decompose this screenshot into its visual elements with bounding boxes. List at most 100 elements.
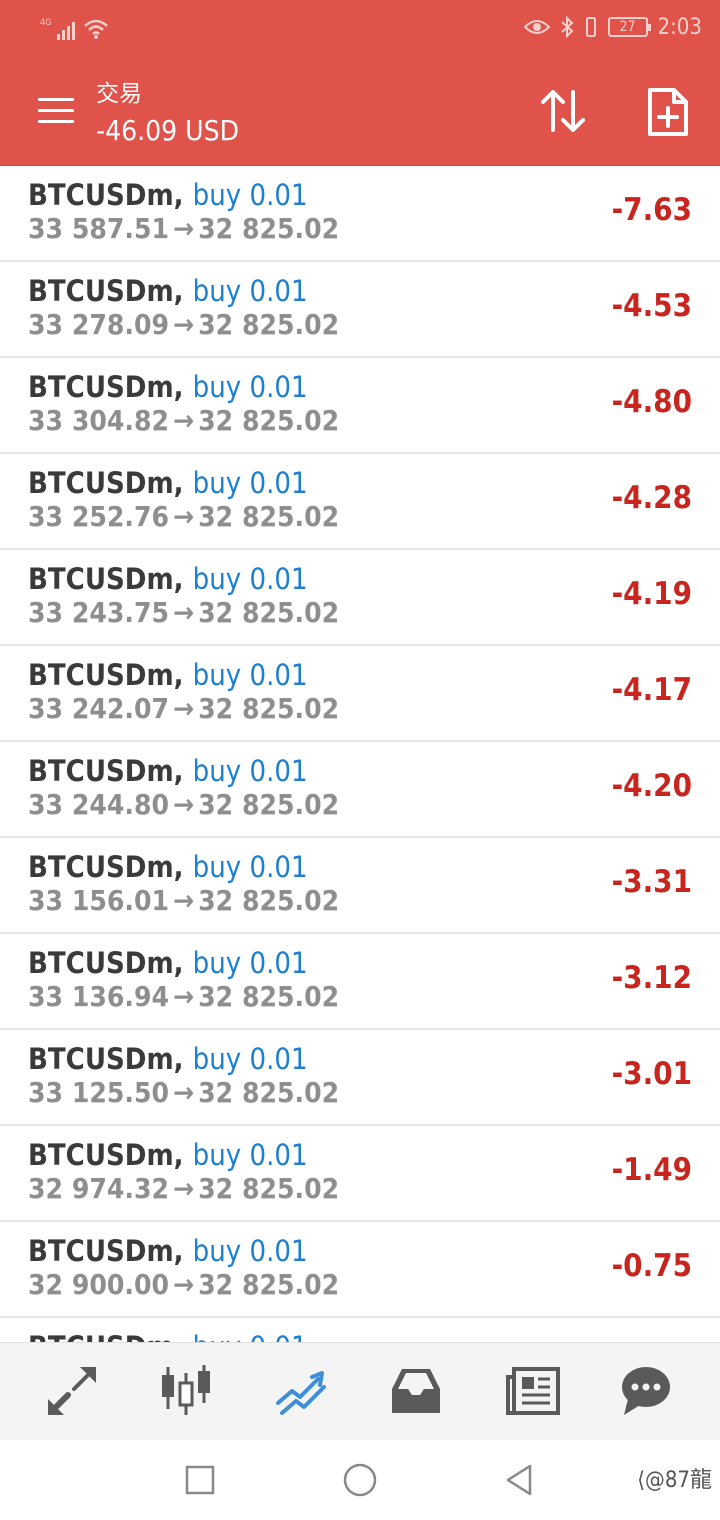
status-bar: 4G 27 2:03 <box>0 0 720 56</box>
position-profit: -1.49 <box>611 1152 692 1188</box>
position-profit: -4.20 <box>611 768 692 804</box>
signal-icon <box>57 22 76 40</box>
network-type: 4G <box>40 18 52 28</box>
current-price: 32 825.02 <box>198 1076 340 1109</box>
position-side: buy 0.01 <box>192 754 308 788</box>
current-price: 32 825.02 <box>198 404 340 437</box>
position-row[interactable]: BTCUSDm, buy 0.01 33 304.82 → 32 825.02 -4.8… <box>0 358 720 454</box>
position-side: buy 0.01 <box>192 1042 308 1076</box>
position-symbol: BTCUSDm, <box>28 946 184 980</box>
eye-comfort-icon <box>523 20 550 34</box>
position-prices: 33 587.51 → 32 825.02 <box>28 212 339 245</box>
app-bar: 交易 -46.09 USD <box>0 56 720 166</box>
arrow-icon: → <box>173 404 195 437</box>
position-prices: 32 974.32 → 32 825.02 <box>28 1172 339 1205</box>
position-row[interactable]: BTCUSDm, buy 0.01 33 156.01 → 32 825.02 -3.3… <box>0 838 720 934</box>
position-profit: -4.17 <box>611 672 692 708</box>
open-price: 33 243.75 <box>28 596 170 629</box>
open-price: 33 278.09 <box>28 308 170 341</box>
current-price: 32 825.02 <box>198 1268 340 1301</box>
recents-icon[interactable] <box>184 1464 216 1496</box>
nav-quotes[interactable] <box>44 1363 104 1419</box>
menu-button[interactable] <box>38 98 74 124</box>
menu-icon-line <box>38 120 74 123</box>
open-price: 33 244.80 <box>28 788 170 821</box>
position-symbol: BTCUSDm, <box>28 1234 184 1268</box>
menu-icon-line <box>38 109 74 112</box>
position-symbol: BTCUSDm, <box>28 1330 184 1342</box>
nav-chart[interactable] <box>158 1363 218 1419</box>
menu-icon <box>38 98 74 101</box>
position-title: BTCUSDm, buy 0.01 <box>28 178 308 212</box>
arrow-icon: → <box>173 596 195 629</box>
position-title: BTCUSDm, buy 0.01 <box>28 466 308 500</box>
position-prices: 33 304.82 → 32 825.02 <box>28 404 339 437</box>
open-price: 33 156.01 <box>28 884 170 917</box>
nav-trade[interactable] <box>272 1363 332 1419</box>
position-row[interactable]: BTCUSDm, buy 0.01 32 974.32 → 32 825.02 -1.4… <box>0 1126 720 1222</box>
position-row[interactable]: BTCUSDm, buy 0.01 33 243.75 → 32 825.02 -4.1… <box>0 550 720 646</box>
position-side: buy 0.01 <box>193 1330 308 1342</box>
position-row[interactable]: BTCUSDm, buy 0.01 33 242.07 → 32 825.02 -4.1… <box>0 646 720 742</box>
arrow-icon: → <box>173 884 195 917</box>
page-title: 交易 <box>96 81 142 107</box>
position-side: buy 0.01 <box>192 946 308 980</box>
nav-history[interactable] <box>388 1363 448 1419</box>
position-title: BTCUSDm, buy 0.01 <box>28 1138 308 1172</box>
arrow-icon: → <box>173 308 195 341</box>
position-profit: -7.63 <box>611 192 692 228</box>
position-title: BTCUSDm, buy 0.01 <box>28 754 308 788</box>
arrow-icon: → <box>173 1268 195 1301</box>
position-prices: 33 243.75 → 32 825.02 <box>28 596 339 629</box>
position-symbol: BTCUSDm, <box>28 658 184 692</box>
position-prices: 33 136.94 → 32 825.02 <box>28 980 339 1013</box>
positions-list[interactable]: BTCUSDm, buy 0.01 33 587.51 → 32 825.02 -7.6… <box>0 166 720 1342</box>
watermark-logo-icon: ⟨ <box>637 1468 646 1493</box>
bottom-navigation <box>0 1342 720 1440</box>
position-title: BTCUSDm, buy 0.01 <box>28 370 308 404</box>
position-symbol: BTCUSDm, <box>28 562 184 596</box>
news-icon <box>506 1367 560 1415</box>
trade-icon <box>276 1371 326 1415</box>
position-row[interactable]: BTCUSDm, buy 0.01 33 587.51 → 32 825.02 -7.6… <box>0 166 720 262</box>
position-symbol: BTCUSDm, <box>28 1042 184 1076</box>
position-row[interactable]: BTCUSDm, buy 0.01 32 900.00 → 32 825.02 -0.7… <box>0 1222 720 1318</box>
position-row[interactable]: BTCUSDm, buy 0.01 33 244.80 → 32 825.02 -4.2… <box>0 742 720 838</box>
position-row[interactable]: BTCUSDm, buy 0.01 <box>0 1318 720 1342</box>
position-row[interactable]: BTCUSDm, buy 0.01 33 278.09 → 32 825.02 -4.5… <box>0 262 720 358</box>
position-title: BTCUSDm, buy 0.01 <box>28 1330 308 1342</box>
position-row[interactable]: BTCUSDm, buy 0.01 33 125.50 → 32 825.02 -3.0… <box>0 1030 720 1126</box>
back-icon[interactable] <box>502 1462 536 1498</box>
position-side: buy 0.01 <box>192 274 308 308</box>
arrow-icon: → <box>173 212 195 245</box>
sort-icon <box>541 90 585 132</box>
position-profit: -4.19 <box>611 576 692 612</box>
current-price: 32 825.02 <box>198 596 340 629</box>
nav-news[interactable] <box>504 1363 564 1419</box>
position-row[interactable]: BTCUSDm, buy 0.01 33 136.94 → 32 825.02 -3.1… <box>0 934 720 1030</box>
position-side: buy 0.01 <box>192 1234 308 1268</box>
current-price: 32 825.02 <box>198 980 340 1013</box>
position-side: buy 0.01 <box>192 178 308 212</box>
position-title: BTCUSDm, buy 0.01 <box>28 562 308 596</box>
sort-button[interactable] <box>538 88 588 134</box>
vibrate-icon <box>585 17 596 37</box>
position-side: buy 0.01 <box>192 370 308 404</box>
position-row[interactable]: BTCUSDm, buy 0.01 33 252.76 → 32 825.02 -4.2… <box>0 454 720 550</box>
history-icon <box>392 1369 440 1413</box>
position-symbol: BTCUSDm, <box>28 274 184 308</box>
nav-messages[interactable] <box>618 1363 678 1419</box>
position-title: BTCUSDm, buy 0.01 <box>28 850 308 884</box>
new-order-button[interactable] <box>646 86 690 138</box>
current-price: 32 825.02 <box>198 692 340 725</box>
open-price: 33 252.76 <box>28 500 170 533</box>
position-title: BTCUSDm, buy 0.01 <box>28 946 308 980</box>
account-balance: -46.09 USD <box>96 114 240 147</box>
current-price: 32 825.02 <box>198 500 340 533</box>
watermark-text: @87龍 <box>645 1468 712 1493</box>
home-icon[interactable] <box>342 1462 378 1498</box>
wifi-icon <box>84 19 109 39</box>
position-prices: 33 156.01 → 32 825.02 <box>28 884 339 917</box>
position-profit: -3.12 <box>611 960 692 996</box>
position-title: BTCUSDm, buy 0.01 <box>28 274 308 308</box>
